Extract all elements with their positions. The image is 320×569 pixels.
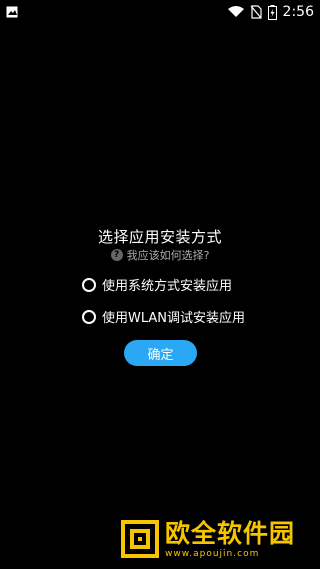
status-bar: 2:56 (0, 0, 320, 24)
question-icon: ? (110, 249, 123, 261)
status-right: 2:56 (227, 4, 314, 20)
watermark-url: www.apoujin.com (165, 549, 260, 559)
help-link[interactable]: ? 我应该如何选择? (0, 247, 320, 263)
watermark-brand: 欧全软件园 (165, 519, 296, 548)
help-text: 我应该如何选择? (126, 249, 210, 262)
image-icon (6, 6, 18, 18)
confirm-button[interactable]: 确定 (124, 340, 197, 366)
option-wlan-install[interactable]: 使用WLAN调试安装应用 (82, 307, 245, 326)
option-system-install[interactable]: 使用系统方式安装应用 (82, 275, 232, 294)
dialog-title: 选择应用安装方式 (97, 228, 222, 246)
wifi-icon (227, 6, 244, 18)
radio-button[interactable] (82, 309, 96, 324)
status-left (6, 6, 18, 18)
brand-logo-icon (121, 520, 159, 558)
clock: 2:56 (282, 4, 314, 20)
no-sim-icon (250, 5, 262, 19)
watermark: 欧全软件园 www.apoujin.com (121, 520, 295, 560)
radio-button[interactable] (82, 277, 96, 292)
option-label: 使用系统方式安装应用 (102, 279, 233, 294)
option-label: 使用WLAN调试安装应用 (102, 311, 246, 326)
watermark-text: 欧全软件园 www.apoujin.com (165, 520, 295, 560)
battery-charging-icon (267, 4, 277, 20)
